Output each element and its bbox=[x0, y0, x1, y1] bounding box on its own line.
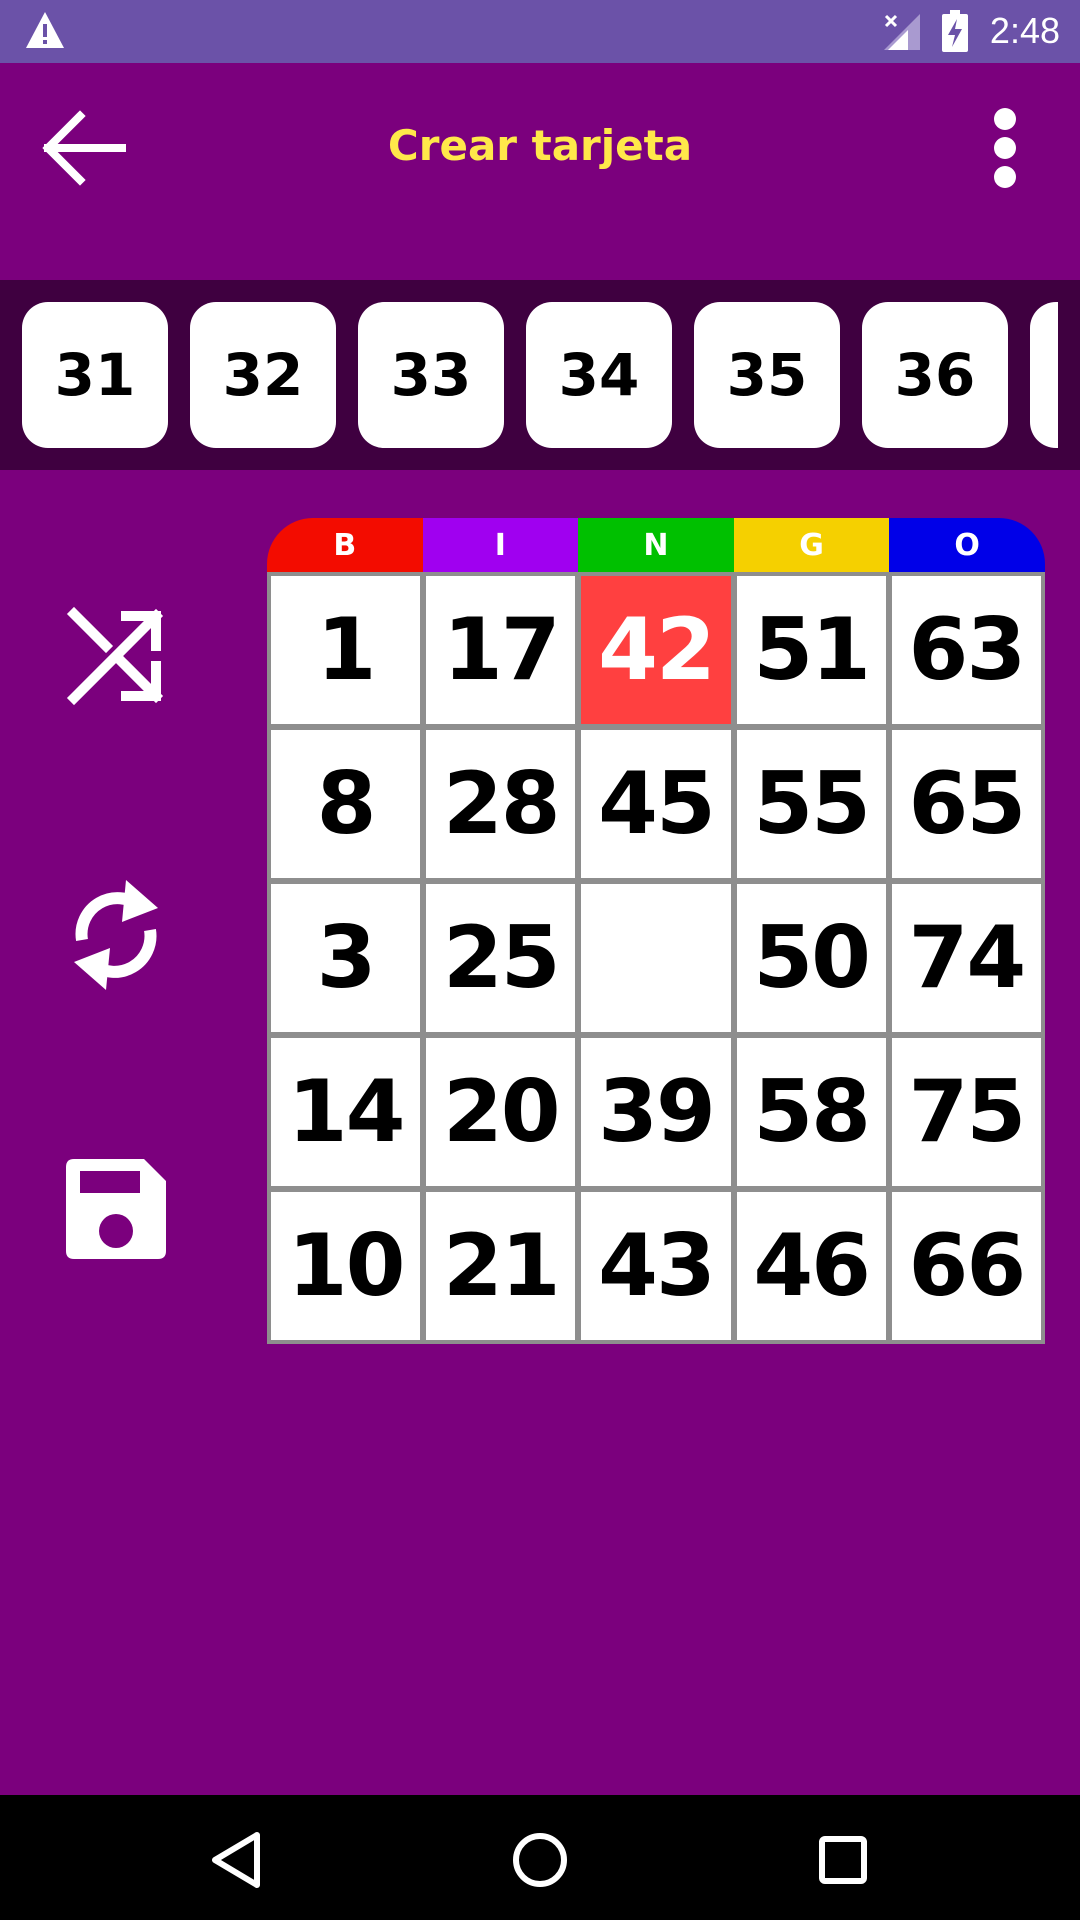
number-chip-partial[interactable] bbox=[1030, 302, 1058, 448]
header-g: G bbox=[733, 518, 890, 572]
system-nav-bar bbox=[0, 1795, 1080, 1920]
card-cell[interactable]: 10 bbox=[271, 1192, 421, 1340]
warning-icon bbox=[24, 10, 66, 54]
header-i: I bbox=[422, 518, 579, 572]
card-cell[interactable]: 1 bbox=[271, 576, 421, 724]
card-cell[interactable]: 21 bbox=[426, 1192, 576, 1340]
number-chip[interactable]: 34 bbox=[526, 302, 672, 448]
battery-charging-icon bbox=[942, 10, 968, 56]
number-chip[interactable]: 35 bbox=[694, 302, 840, 448]
home-circle-icon[interactable] bbox=[505, 1825, 575, 1895]
status-bar: 2:48 bbox=[0, 0, 1080, 63]
back-triangle-icon[interactable] bbox=[203, 1825, 273, 1895]
signal-off-icon bbox=[882, 12, 922, 56]
card-cell[interactable]: 17 bbox=[426, 576, 576, 724]
bingo-grid: 1 17 42 51 63 8 28 45 55 65 3 25 50 74 1… bbox=[267, 572, 1045, 1344]
called-numbers-strip[interactable]: 31 32 33 34 35 36 bbox=[0, 280, 1080, 470]
status-time: 2:48 bbox=[989, 10, 1060, 51]
number-chip[interactable]: 31 bbox=[22, 302, 168, 448]
card-cell[interactable]: 3 bbox=[271, 884, 421, 1032]
card-cell[interactable]: 28 bbox=[426, 730, 576, 878]
card-cell[interactable]: 65 bbox=[891, 730, 1041, 878]
card-cell[interactable]: 39 bbox=[581, 1038, 731, 1186]
header-o: O bbox=[889, 518, 1045, 572]
app-bar: Crear tarjeta bbox=[0, 63, 1080, 233]
bingo-card-header: B I N G O bbox=[267, 518, 1045, 572]
card-cell-marked[interactable]: 42 bbox=[581, 576, 731, 724]
card-cell[interactable]: 46 bbox=[736, 1192, 886, 1340]
refresh-icon[interactable] bbox=[60, 870, 172, 990]
shuffle-icon[interactable] bbox=[60, 600, 172, 712]
save-icon[interactable] bbox=[60, 1155, 172, 1267]
number-chip[interactable]: 32 bbox=[190, 302, 336, 448]
header-b: B bbox=[267, 518, 423, 572]
card-cell[interactable]: 74 bbox=[891, 884, 1041, 1032]
card-cell[interactable]: 75 bbox=[891, 1038, 1041, 1186]
card-cell[interactable]: 66 bbox=[891, 1192, 1041, 1340]
card-cell[interactable]: 43 bbox=[581, 1192, 731, 1340]
card-cell[interactable]: 45 bbox=[581, 730, 731, 878]
card-cell[interactable]: 51 bbox=[736, 576, 886, 724]
card-cell[interactable]: 20 bbox=[426, 1038, 576, 1186]
recents-square-icon[interactable] bbox=[808, 1825, 878, 1895]
header-n: N bbox=[578, 518, 734, 572]
card-cell-free[interactable] bbox=[581, 884, 731, 1032]
more-vertical-icon[interactable] bbox=[970, 103, 1040, 193]
bingo-card: B I N G O 1 17 42 51 63 8 28 45 55 65 3 … bbox=[267, 518, 1045, 1344]
number-chip[interactable]: 36 bbox=[862, 302, 1008, 448]
card-cell[interactable]: 25 bbox=[426, 884, 576, 1032]
page-title: Crear tarjeta bbox=[387, 121, 693, 170]
number-chip[interactable]: 33 bbox=[358, 302, 504, 448]
card-cell[interactable]: 50 bbox=[736, 884, 886, 1032]
card-cell[interactable]: 8 bbox=[271, 730, 421, 878]
card-cell[interactable]: 63 bbox=[891, 576, 1041, 724]
card-cell[interactable]: 58 bbox=[736, 1038, 886, 1186]
card-cell[interactable]: 14 bbox=[271, 1038, 421, 1186]
card-cell[interactable]: 55 bbox=[736, 730, 886, 878]
